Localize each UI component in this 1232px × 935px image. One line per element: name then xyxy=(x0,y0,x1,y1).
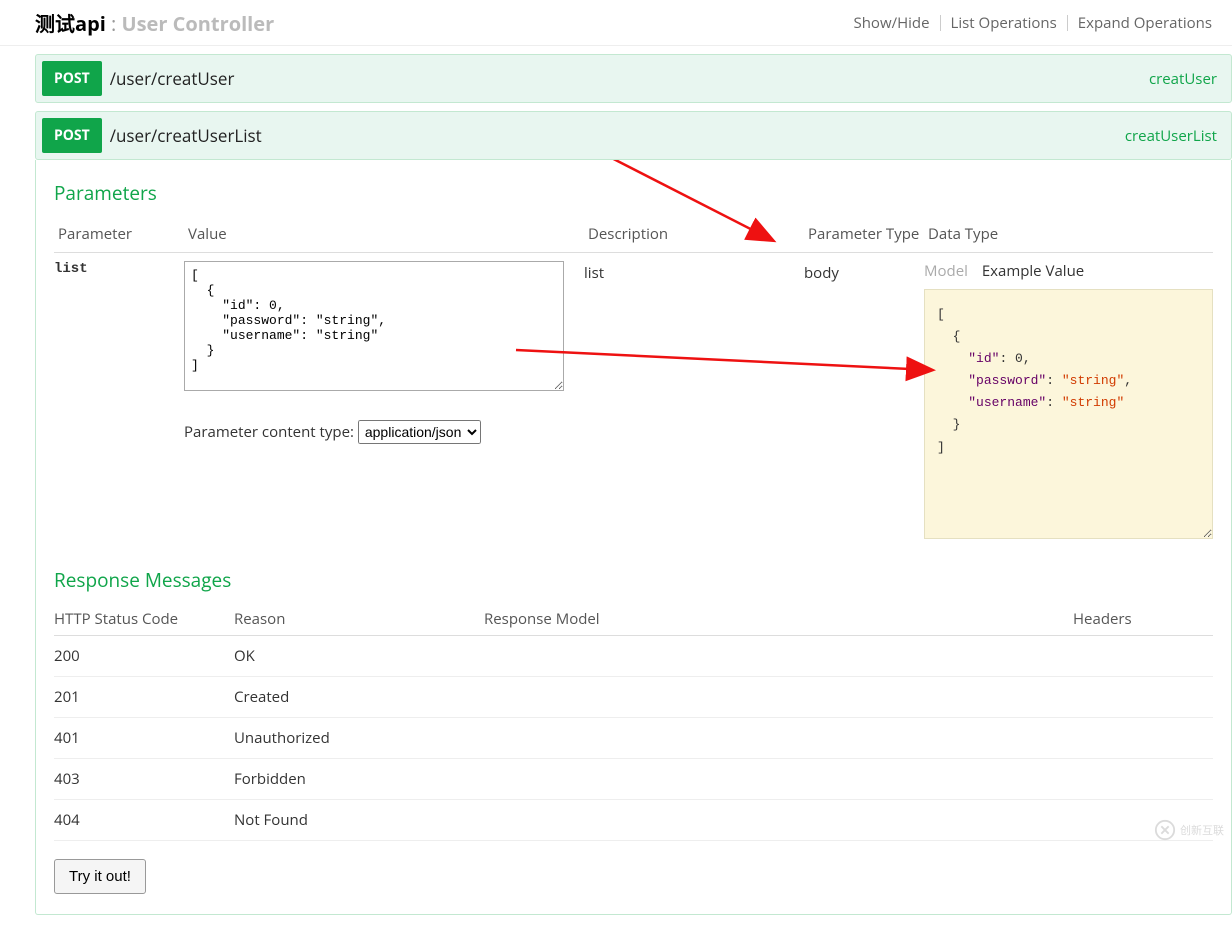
response-section: Response Messages HTTP Status Code Reaso… xyxy=(54,567,1213,894)
example-value-box[interactable]: [ { "id": 0, "password": "string", "user… xyxy=(924,289,1213,539)
col-data-type: Data Type xyxy=(924,222,1213,246)
response-row: 401Unauthorized xyxy=(54,718,1213,759)
http-method-badge: POST xyxy=(42,118,102,153)
watermark: 创新互联 xyxy=(1154,819,1224,841)
model-example-tabs: Model Example Value xyxy=(924,261,1213,281)
header-actions: Show/Hide List Operations Expand Operati… xyxy=(854,13,1213,33)
response-row: 201Created xyxy=(54,677,1213,718)
parameter-type: body xyxy=(804,261,924,283)
response-column-header: HTTP Status Code Reason Response Model H… xyxy=(54,603,1213,636)
parameters-heading: Parameters xyxy=(54,180,1213,206)
expand-operations-link[interactable]: Expand Operations xyxy=(1078,13,1212,33)
http-method-badge: POST xyxy=(42,61,102,96)
status-code: 401 xyxy=(54,728,234,748)
api-title-controller: User Controller xyxy=(122,10,275,37)
api-header: 测试api : User Controller Show/Hide List O… xyxy=(0,0,1232,46)
col-reason: Reason xyxy=(234,609,484,629)
reason: Unauthorized xyxy=(234,728,484,748)
try-it-out-button[interactable]: Try it out! xyxy=(54,859,146,894)
parameter-description: list xyxy=(584,261,804,283)
col-value: Value xyxy=(184,222,584,246)
operation-nickname[interactable]: creatUserList xyxy=(1125,126,1217,146)
parameter-value-textarea[interactable] xyxy=(184,261,564,391)
content-type-row: Parameter content type: application/json xyxy=(184,420,584,444)
col-description: Description xyxy=(584,222,804,246)
parameter-row: list Parameter content type: application… xyxy=(54,253,1213,543)
operation-creatUser[interactable]: POST /user/creatUser creatUser xyxy=(35,54,1232,103)
tab-example-value[interactable]: Example Value xyxy=(982,261,1084,281)
list-operations-link[interactable]: List Operations xyxy=(951,13,1057,33)
show-hide-link[interactable]: Show/Hide xyxy=(854,13,930,33)
operation-path: /user/creatUser xyxy=(110,67,1149,90)
col-headers: Headers xyxy=(1073,609,1213,629)
parameter-datatype: Model Example Value [ { "id": 0, "passwo… xyxy=(924,261,1213,539)
content-type-label: Parameter content type: xyxy=(184,422,354,442)
parameter-name: list xyxy=(54,261,184,277)
response-row: 404Not Found xyxy=(54,800,1213,841)
status-code: 404 xyxy=(54,810,234,830)
reason: Not Found xyxy=(234,810,484,830)
col-status-code: HTTP Status Code xyxy=(54,609,234,629)
status-code: 403 xyxy=(54,769,234,789)
parameters-column-header: Parameter Value Description Parameter Ty… xyxy=(54,216,1213,253)
operation-creatUserList[interactable]: POST /user/creatUserList creatUserList xyxy=(35,111,1232,160)
col-response-model: Response Model xyxy=(484,609,1073,629)
operation-path: /user/creatUserList xyxy=(110,124,1125,147)
reason: OK xyxy=(234,646,484,666)
reason: Created xyxy=(234,687,484,707)
api-title-bold: 测试api xyxy=(35,10,106,37)
col-parameter: Parameter xyxy=(54,222,184,246)
status-code: 201 xyxy=(54,687,234,707)
reason: Forbidden xyxy=(234,769,484,789)
content-type-select[interactable]: application/json xyxy=(358,420,481,444)
status-code: 200 xyxy=(54,646,234,666)
api-title: 测试api : User Controller xyxy=(35,8,274,37)
operation-content: Parameters Parameter Value Description P… xyxy=(35,160,1232,915)
response-row: 200OK xyxy=(54,636,1213,677)
tab-model[interactable]: Model xyxy=(924,261,968,281)
response-heading: Response Messages xyxy=(54,567,1213,593)
response-row: 403Forbidden xyxy=(54,759,1213,800)
operation-nickname[interactable]: creatUser xyxy=(1149,69,1217,89)
col-parameter-type: Parameter Type xyxy=(804,222,924,246)
